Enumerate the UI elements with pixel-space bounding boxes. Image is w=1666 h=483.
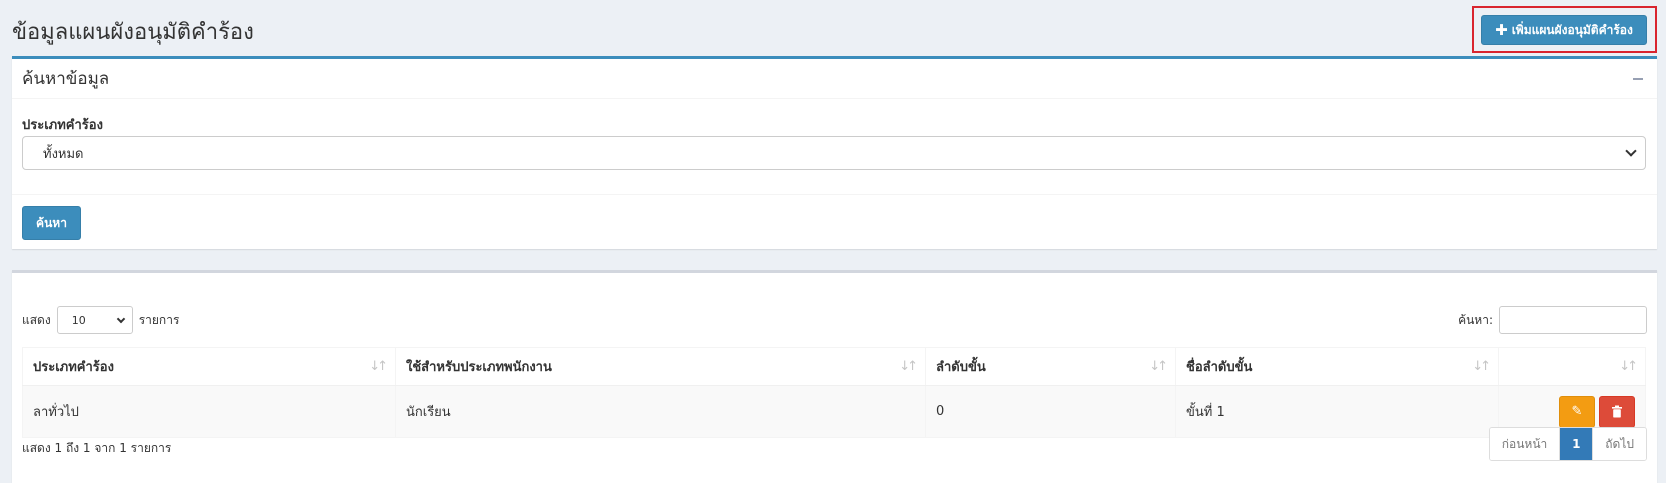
length-control: แสดง 10 รายการ — [22, 306, 179, 334]
pagination-previous[interactable]: ก่อนหน้า — [1489, 428, 1560, 460]
trash-icon — [1612, 405, 1622, 418]
column-header-actions[interactable]: ↓↑ — [1498, 347, 1646, 386]
pencil-icon: ✎ — [1571, 404, 1583, 419]
table-filter: ค้นหา: — [1458, 306, 1647, 334]
request-type-label: ประเภทคำร้อง — [22, 118, 103, 133]
page-length-select[interactable]: 10 — [56, 306, 133, 334]
page-length-value: 10 — [71, 313, 86, 327]
search-box-title: ค้นหาข้อมูล — [22, 69, 110, 89]
sort-icon: ↓↑ — [1149, 359, 1168, 374]
column-header-order-name[interactable]: ชื่อลำดับขั้น ↓↑ — [1175, 347, 1499, 386]
search-box: ค้นหาข้อมูล ประเภทคำร้อง ทั้งหมด ค้นหา — [12, 56, 1657, 249]
table-box: แสดง 10 รายการ ค้นหา: ประเภทคำร้อง ↓↑ ใช… — [12, 270, 1657, 483]
length-prefix: แสดง — [22, 312, 51, 327]
table-row: ลาทั่วไป นักเรียน 0 ขั้นที่ 1 ✎ — [22, 385, 1646, 438]
page-title: ข้อมูลแผนผังอนุมัติคำร้อง — [12, 20, 254, 45]
sort-icon: ↓↑ — [899, 359, 918, 374]
chevron-down-icon — [116, 314, 125, 323]
pagination-page-1[interactable]: 1 — [1559, 428, 1593, 460]
table-header-row: ประเภทคำร้อง ↓↑ ใช้สำหรับประเภทพนักงาน ↓… — [22, 347, 1646, 386]
divider — [12, 194, 1657, 195]
column-header-employee-type[interactable]: ใช้สำหรับประเภทพนักงาน ↓↑ — [395, 347, 926, 386]
column-header-request-type[interactable]: ประเภทคำร้อง ↓↑ — [22, 347, 396, 386]
column-header-order[interactable]: ลำดับขั้น ↓↑ — [925, 347, 1176, 386]
edit-button[interactable]: ✎ — [1559, 395, 1595, 428]
cell-order: 0 — [925, 385, 1176, 438]
search-button[interactable]: ค้นหา — [22, 206, 81, 240]
cell-order-name: ขั้นที่ 1 — [1175, 385, 1499, 438]
sort-icon: ↓↑ — [1472, 359, 1491, 374]
delete-button[interactable] — [1599, 395, 1635, 428]
minus-icon[interactable] — [1633, 77, 1643, 80]
sort-icon: ↓↑ — [1619, 359, 1638, 374]
chevron-down-icon — [1625, 144, 1637, 157]
pagination: ก่อนหน้า 1 ถัดไป — [1488, 427, 1647, 461]
cell-request-type: ลาทั่วไป — [22, 385, 396, 438]
request-type-select[interactable]: ทั้งหมด — [22, 136, 1646, 170]
search-box-header: ค้นหาข้อมูล — [12, 59, 1657, 99]
length-suffix: รายการ — [138, 312, 180, 327]
request-type-selected: ทั้งหมด — [43, 146, 84, 162]
filter-label: ค้นหา: — [1458, 312, 1493, 327]
approval-plan-table: ประเภทคำร้อง ↓↑ ใช้สำหรับประเภทพนักงาน ↓… — [22, 347, 1646, 438]
table-search-input[interactable] — [1499, 306, 1647, 334]
plus-icon: ✚ — [1495, 20, 1508, 39]
cell-employee-type: นักเรียน — [395, 385, 926, 438]
add-approval-plan-button[interactable]: ✚ เพิ่มแผนผังอนุมัติคำร้อง — [1481, 15, 1647, 45]
pagination-next[interactable]: ถัดไป — [1592, 428, 1646, 460]
add-button-label: เพิ่มแผนผังอนุมัติคำร้อง — [1511, 22, 1633, 37]
sort-icon: ↓↑ — [369, 359, 388, 374]
table-info: แสดง 1 ถึง 1 จาก 1 รายการ — [22, 441, 172, 455]
